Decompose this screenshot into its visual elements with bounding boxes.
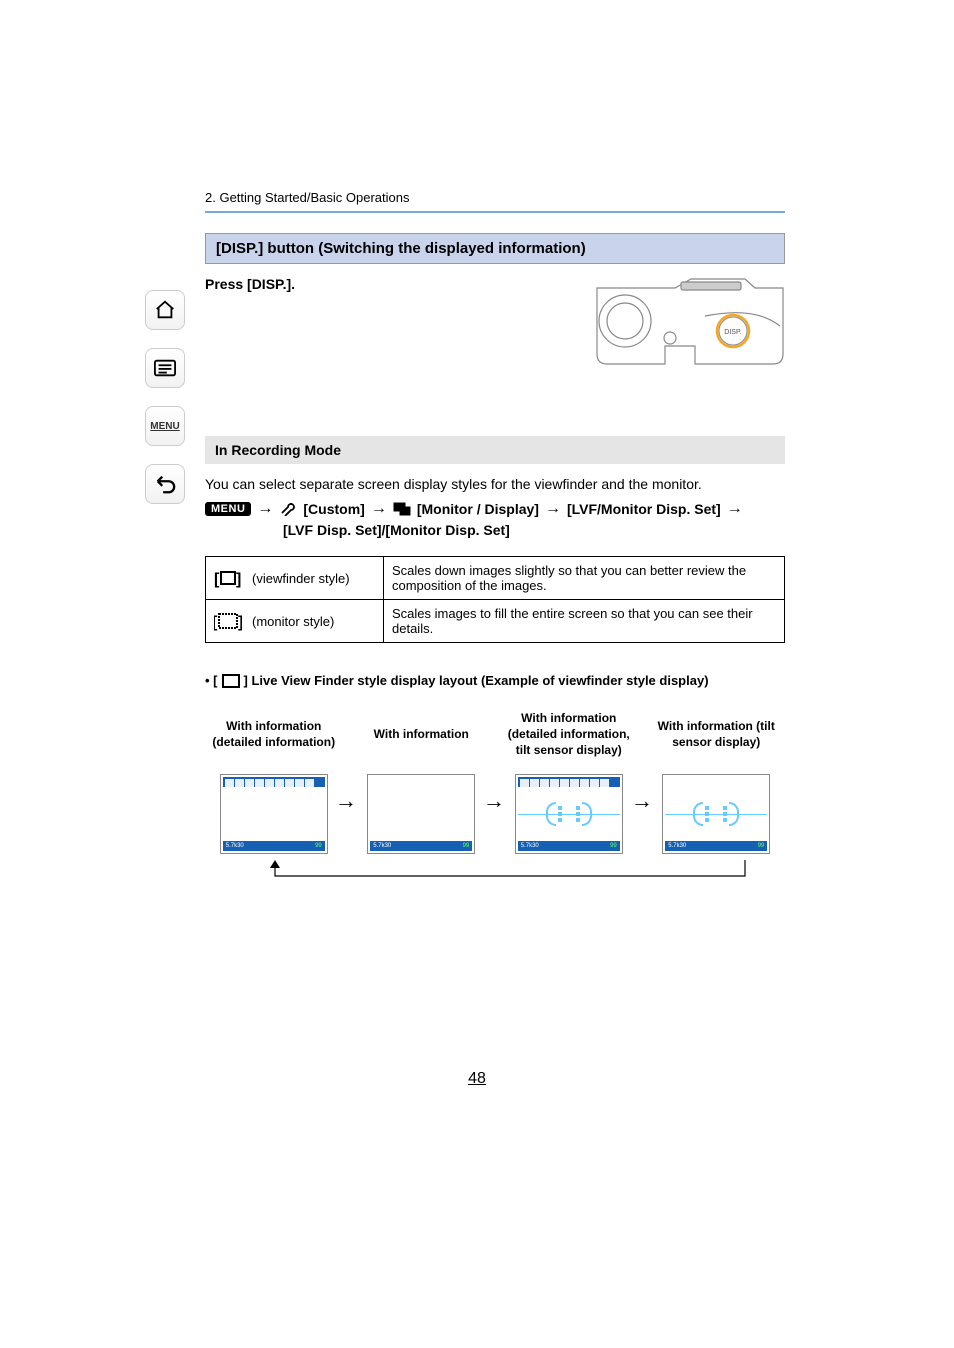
sidebar-nav: MENU	[145, 290, 185, 504]
page: MENU 2. Getting Started/Basic Operations…	[0, 0, 954, 1348]
arrow-icon: →	[727, 500, 743, 518]
monitor-icon	[393, 502, 411, 516]
menu-path-line2: [LVF Disp. Set]/[Monitor Disp. Set]	[205, 522, 785, 538]
table-row: [] (monitor style) Scales images to fill…	[206, 600, 785, 643]
mode-title-4: With information (tilt sensor display)	[648, 702, 786, 774]
thumb-text: 99	[758, 843, 765, 849]
mode-title-1: With information (detailed information)	[205, 702, 343, 774]
mode-col-4: With information (tilt sensor display) 5…	[648, 702, 786, 854]
arrow-icon: →	[257, 500, 273, 518]
camera-illustration: DISP.	[595, 276, 785, 366]
nav-toc-button[interactable]	[145, 348, 185, 388]
viewfinder-style-desc: Scales down images slightly so that you …	[384, 557, 785, 600]
thumb-text: 5.7k30	[521, 843, 539, 849]
svg-text:]: ]	[236, 571, 241, 588]
monitor-style-icon: []	[214, 611, 242, 631]
breadcrumb: 2. Getting Started/Basic Operations	[205, 190, 785, 205]
example-heading: • [ ] Live View Finder style display lay…	[205, 673, 785, 688]
svg-text:[: [	[214, 571, 220, 588]
arrow-icon: →	[371, 500, 387, 518]
mode-col-1: With information (detailed information) …	[205, 702, 343, 854]
menu-custom-label: [Custom]	[303, 501, 364, 517]
press-instruction: Press [DISP.].	[205, 276, 295, 292]
mode-thumbnail-1: 5.7k30 99	[220, 774, 328, 854]
main-content: 2. Getting Started/Basic Operations [DIS…	[205, 190, 785, 890]
mode-title-2: With information	[353, 702, 491, 774]
thumb-text: 5.7k30	[226, 843, 244, 849]
mode-thumbnail-2: 5.7k30 99	[367, 774, 475, 854]
menu-path: MENU → [Custom] → [Monitor / Display] → …	[205, 500, 785, 518]
press-row: Press [DISP.]. DISP.	[205, 276, 785, 366]
arrow-icon: →	[335, 788, 357, 814]
svg-text:]: ]	[238, 614, 242, 631]
display-modes-grid: With information (detailed information) …	[205, 702, 785, 854]
menu-lvf-monitor-label: [LVF/Monitor Disp. Set]	[567, 501, 721, 517]
svg-text:[: [	[214, 614, 218, 631]
styles-table: [] (viewfinder style) Scales down images…	[205, 556, 785, 643]
menu-chip: MENU	[205, 502, 251, 516]
thumb-text: 99	[315, 843, 322, 849]
thumb-text: 99	[610, 843, 617, 849]
table-row: [] (viewfinder style) Scales down images…	[206, 557, 785, 600]
monitor-style-desc: Scales images to fill the entire screen …	[384, 600, 785, 643]
thumb-text: 5.7k30	[373, 843, 391, 849]
disp-button-label: DISP.	[724, 329, 741, 336]
mode-col-3: With information (detailed information, …	[500, 702, 638, 854]
divider	[205, 211, 785, 213]
loop-back-arrow	[205, 860, 785, 890]
thumb-text: 99	[463, 843, 470, 849]
back-icon	[154, 473, 176, 495]
section-heading: [DISP.] button (Switching the displayed …	[205, 233, 785, 264]
page-number: 48	[0, 1070, 954, 1088]
mode-col-2: With information 5.7k30 99	[353, 702, 491, 854]
mode-title-3: With information (detailed information, …	[500, 702, 638, 774]
bullet-prefix: • [	[205, 673, 218, 688]
nav-menu-button[interactable]: MENU	[145, 406, 185, 446]
thumb-text: 5.7k30	[668, 843, 686, 849]
viewfinder-style-icon	[222, 674, 240, 688]
home-icon	[154, 299, 176, 321]
viewfinder-style-icon: []	[214, 568, 242, 588]
nav-home-button[interactable]	[145, 290, 185, 330]
toc-icon	[154, 359, 176, 377]
custom-wrench-icon	[279, 502, 297, 516]
intro-text: You can select separate screen display s…	[205, 474, 785, 494]
bullet-text: ] Live View Finder style display layout …	[244, 673, 709, 688]
viewfinder-style-label: (viewfinder style)	[252, 571, 350, 586]
subsection-heading: In Recording Mode	[205, 436, 785, 464]
arrow-icon: →	[545, 500, 561, 518]
menu-monitor-display-label: [Monitor / Display]	[417, 501, 539, 517]
nav-back-button[interactable]	[145, 464, 185, 504]
mode-thumbnail-3: 5.7k30 99	[515, 774, 623, 854]
arrow-icon: →	[483, 788, 505, 814]
arrow-icon: →	[631, 788, 653, 814]
mode-thumbnail-4: 5.7k30 99	[662, 774, 770, 854]
monitor-style-label: (monitor style)	[252, 614, 334, 629]
